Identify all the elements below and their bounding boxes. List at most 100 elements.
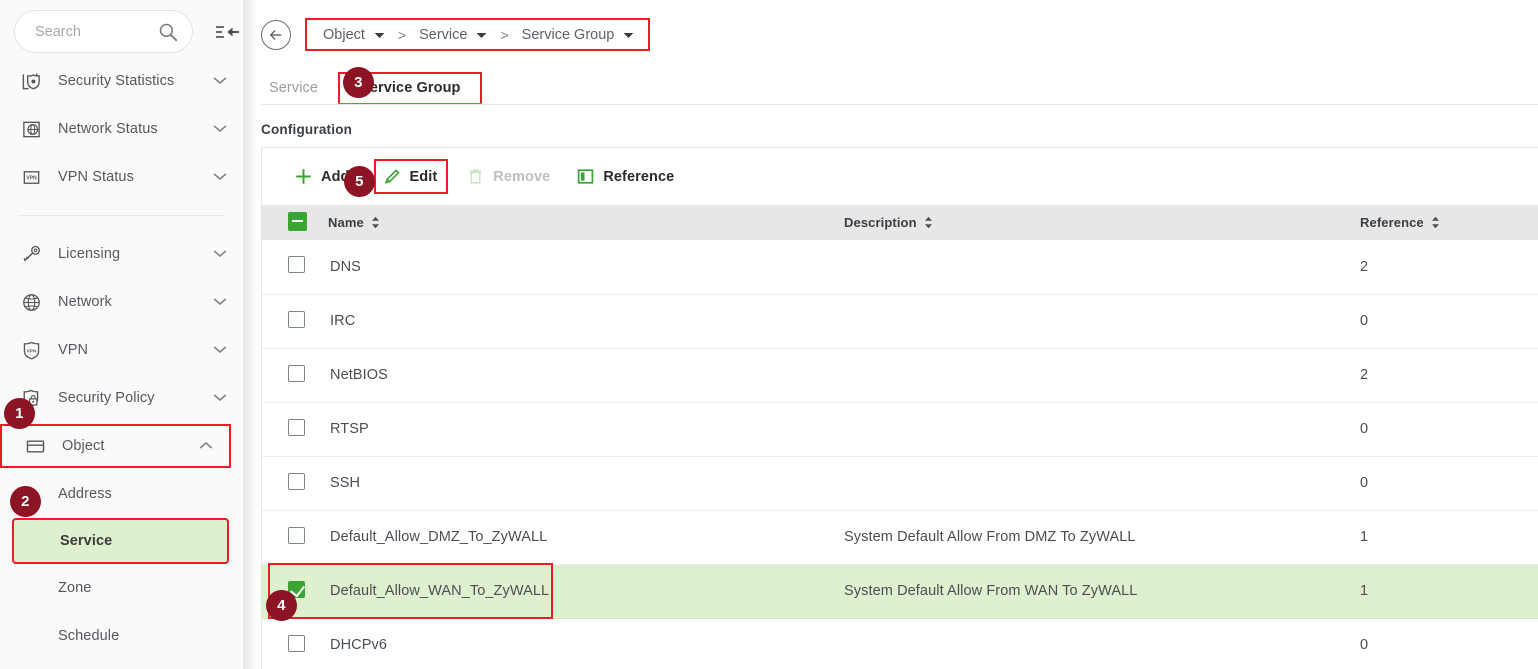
breadcrumb: Object > Service > Service Group xyxy=(305,18,650,51)
cell-name: IRC xyxy=(328,294,844,348)
collapse-sidebar-icon[interactable] xyxy=(213,19,243,45)
breadcrumb-separator: > xyxy=(398,27,406,43)
row-checkbox[interactable] xyxy=(288,256,305,273)
breadcrumb-label: Service xyxy=(419,27,467,43)
sidebar-item-object[interactable]: Object xyxy=(0,424,231,468)
back-arrow-icon[interactable] xyxy=(261,20,291,50)
cell-name: RTSP xyxy=(328,402,844,456)
row-checkbox[interactable] xyxy=(288,527,305,544)
sidebar-item-label: Security Statistics xyxy=(58,73,213,89)
row-checkbox[interactable] xyxy=(288,311,305,328)
add-button[interactable]: Add xyxy=(294,167,350,186)
table-row[interactable]: RTSP0 xyxy=(262,402,1538,456)
annotation-badge-2: 2 xyxy=(10,486,41,517)
cell-description: System Default Allow From DMZ To ZyWALL xyxy=(844,510,1360,564)
sidebar-subitem-label: Schedule xyxy=(58,628,119,644)
breadcrumb-item-service[interactable]: Service xyxy=(419,27,487,43)
reference-button[interactable]: Reference xyxy=(576,167,674,186)
caret-down-icon[interactable] xyxy=(623,27,634,43)
sidebar-item-service[interactable]: Service xyxy=(12,518,229,564)
tab-bar-wrapper: Service Service Group xyxy=(261,63,1538,105)
sidebar-item-zone[interactable]: Zone xyxy=(0,564,243,612)
sidebar-item-network-status[interactable]: Network Status xyxy=(0,105,243,153)
column-header-label: Name xyxy=(328,215,364,230)
sidebar-item-label: Network Status xyxy=(58,121,213,137)
tab-bar-rule xyxy=(261,104,1538,105)
table-row[interactable]: DNS 2 xyxy=(262,240,1538,294)
cell-name: DHCPv6 xyxy=(328,618,844,669)
caret-down-icon[interactable] xyxy=(476,27,487,43)
sidebar-item-security-policy[interactable]: Security Policy xyxy=(0,374,243,422)
caret-down-icon[interactable] xyxy=(374,27,385,43)
sidebar-status-group: Security Statistics Network Status xyxy=(0,57,243,201)
chevron-down-icon[interactable] xyxy=(213,168,227,186)
table-row[interactable]: NetBIOS2 xyxy=(262,348,1538,402)
object-card-icon xyxy=(24,435,46,457)
app-root: Security Statistics Network Status xyxy=(0,0,1538,669)
sidebar-item-vpn[interactable]: VPN VPN xyxy=(0,326,243,374)
sidebar-subitem-label: Address xyxy=(58,486,112,502)
column-header-name[interactable]: Name xyxy=(328,205,844,240)
search-box[interactable] xyxy=(14,10,193,53)
vpn-status-icon: VPN xyxy=(20,166,42,188)
chevron-down-icon[interactable] xyxy=(213,72,227,90)
chevron-down-icon[interactable] xyxy=(213,120,227,138)
sort-icon[interactable] xyxy=(1431,216,1440,229)
sidebar-item-label: Licensing xyxy=(58,246,213,262)
breadcrumb-item-object[interactable]: Object xyxy=(323,27,385,43)
chevron-up-icon[interactable] xyxy=(199,437,213,455)
sidebar-item-licensing[interactable]: Licensing xyxy=(0,230,243,278)
cell-description xyxy=(844,294,1360,348)
select-all-checkbox[interactable] xyxy=(288,212,307,231)
sidebar-item-network[interactable]: Network xyxy=(0,278,243,326)
toolbar-label: Reference xyxy=(603,169,674,185)
table-row[interactable]: Default_Allow_DMZ_To_ZyWALLSystem Defaul… xyxy=(262,510,1538,564)
sidebar-divider xyxy=(18,215,225,216)
column-header-reference[interactable]: Reference xyxy=(1360,205,1538,240)
annotation-badge-5: 5 xyxy=(344,166,375,197)
row-checkbox[interactable] xyxy=(288,419,305,436)
chevron-down-icon[interactable] xyxy=(213,293,227,311)
sidebar-top-bar xyxy=(0,0,243,53)
column-header-description[interactable]: Description xyxy=(844,205,1360,240)
sidebar-item-vpn-status[interactable]: VPN VPN Status xyxy=(0,153,243,201)
table-row[interactable]: SSH0 xyxy=(262,456,1538,510)
cell-description xyxy=(844,348,1360,402)
table-head: Name Descripti xyxy=(262,205,1538,240)
tab-service[interactable]: Service xyxy=(261,80,326,105)
sidebar-item-security-statistics[interactable]: Security Statistics xyxy=(0,57,243,105)
breadcrumb-item-service-group[interactable]: Service Group xyxy=(522,27,635,43)
key-icon xyxy=(20,243,42,265)
cell-reference: 2 xyxy=(1360,240,1538,294)
row-checkbox-cell xyxy=(262,510,328,564)
row-checkbox[interactable] xyxy=(288,473,305,490)
sort-icon[interactable] xyxy=(924,216,933,229)
toolbar-label: Edit xyxy=(410,169,438,185)
cell-name: NetBIOS xyxy=(328,348,844,402)
chevron-down-icon[interactable] xyxy=(213,245,227,263)
row-checkbox-cell xyxy=(262,240,328,294)
search-input[interactable] xyxy=(33,23,158,41)
search-icon[interactable] xyxy=(158,22,178,42)
cell-description xyxy=(844,402,1360,456)
remove-button: Remove xyxy=(466,167,550,186)
edit-button[interactable]: Edit xyxy=(374,159,449,194)
column-header-label: Reference xyxy=(1360,215,1424,230)
row-checkbox[interactable] xyxy=(288,635,305,652)
table-row[interactable]: DHCPv60 xyxy=(262,618,1538,669)
cell-reference: 1 xyxy=(1360,510,1538,564)
table-row[interactable]: Default_Allow_WAN_To_ZyWALLSystem Defaul… xyxy=(262,564,1538,618)
table-row[interactable]: IRC0 xyxy=(262,294,1538,348)
chevron-down-icon[interactable] xyxy=(213,389,227,407)
row-checkbox-cell xyxy=(262,402,328,456)
sidebar-item-schedule[interactable]: Schedule xyxy=(0,612,243,660)
sidebar-subitem-label: Service xyxy=(60,533,112,549)
row-checkbox[interactable] xyxy=(288,365,305,382)
chevron-down-icon[interactable] xyxy=(213,341,227,359)
cell-name: DNS xyxy=(328,240,844,294)
breadcrumb-label: Object xyxy=(323,27,365,43)
sort-icon[interactable] xyxy=(371,216,380,229)
sidebar-item-label: Security Policy xyxy=(58,390,213,406)
row-checkbox-cell xyxy=(262,348,328,402)
pencil-icon xyxy=(383,167,402,186)
